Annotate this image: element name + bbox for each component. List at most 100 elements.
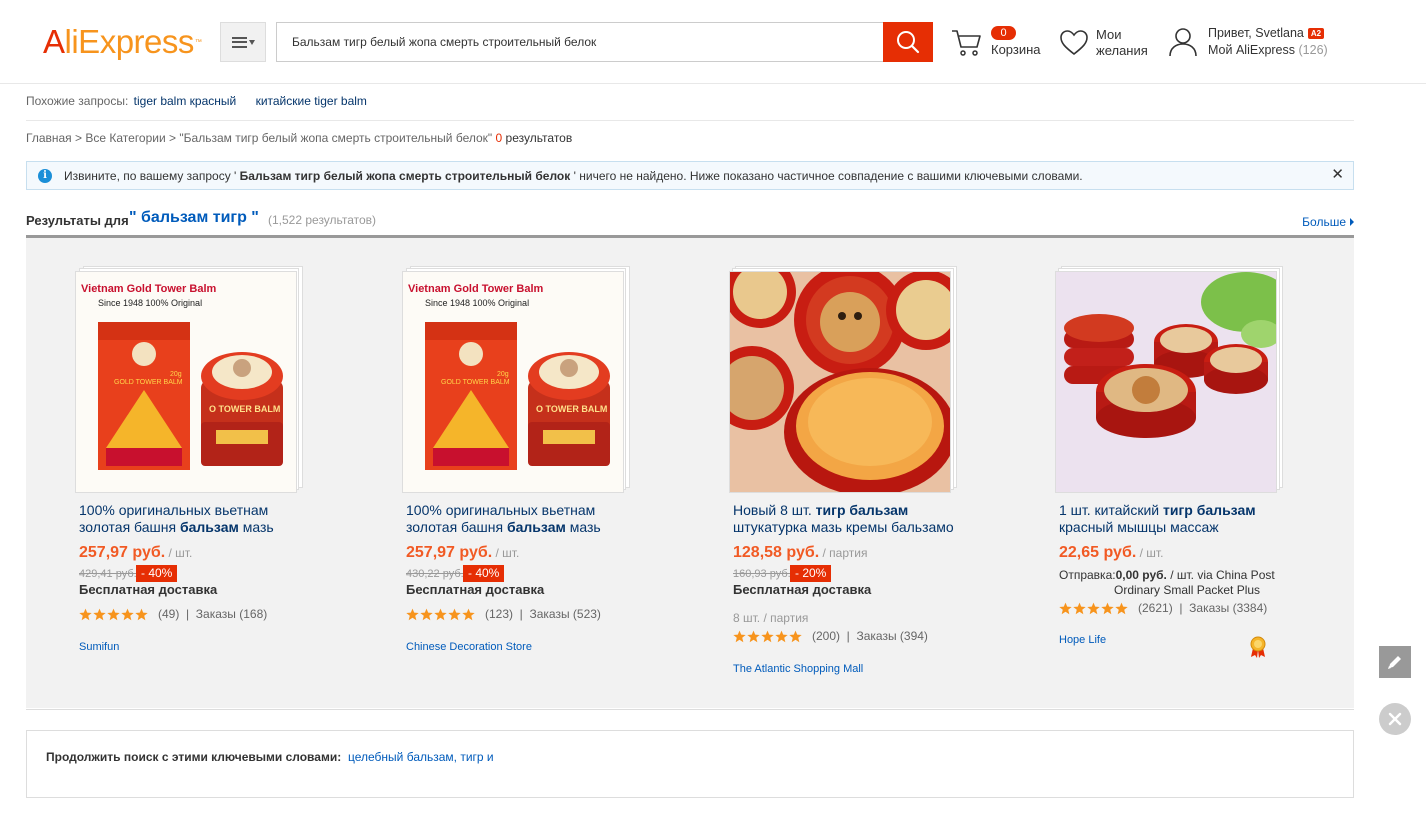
aliexpress-logo[interactable]: AliExpress ™: [43, 22, 202, 62]
related-link-1[interactable]: tiger balm красный: [134, 94, 237, 108]
store-link[interactable]: Sumifun: [79, 641, 119, 653]
discount-badge: - 20%: [790, 565, 832, 582]
order-count: Заказы (394): [856, 629, 928, 643]
product-card[interactable]: Vietnam Gold Tower Balm Since 1948 100% …: [402, 238, 712, 708]
svg-text:GOLD TOWER BALM: GOLD TOWER BALM: [114, 379, 183, 386]
wishlist-link[interactable]: Мои желания: [1059, 26, 1159, 62]
product-image-stack[interactable]: [729, 266, 959, 496]
review-count[interactable]: (123): [485, 607, 513, 621]
product-price: 257,97 руб. / шт.: [406, 544, 519, 562]
breadcrumb-sep: >: [165, 131, 180, 145]
star-icon: [135, 608, 148, 620]
product-title[interactable]: Новый 8 шт. тигр бальзам штукатурка мазь…: [733, 502, 963, 536]
product-title[interactable]: 1 шт. китайский тигр бальзам красный мыш…: [1059, 502, 1289, 536]
product-title-bold: бальзам: [506, 519, 566, 535]
lot-size: 8 шт. / партия: [733, 611, 809, 625]
wishlist-label-line2: желания: [1096, 43, 1148, 58]
account-greeting: Привет, Svetlana A2: [1208, 26, 1325, 40]
product-card[interactable]: Vietnam Gold Tower Balm Since 1948 100% …: [75, 238, 385, 708]
star-icon: [761, 630, 774, 642]
product-title-post: мазь: [238, 519, 274, 535]
menu-icon: [231, 36, 247, 48]
cart-label: Корзина: [991, 42, 1041, 57]
product-title[interactable]: 100% оригинальных вьетнам золотая башня …: [406, 502, 636, 536]
breadcrumb-home[interactable]: Главная: [26, 131, 72, 145]
rating-stars: [1059, 602, 1128, 615]
product-image: [729, 271, 951, 493]
star-icon: [462, 608, 475, 620]
store-link[interactable]: Hope Life: [1059, 634, 1106, 646]
breadcrumb-results-label: результатов: [505, 131, 573, 145]
logo-text: AliExpress: [43, 23, 194, 60]
account-menu[interactable]: Привет, Svetlana A2 Мой AliExpress (126): [1168, 24, 1358, 64]
notice-query: Бальзам тигр белый жопа смерть строитель…: [239, 169, 571, 183]
review-count[interactable]: (49): [158, 607, 179, 621]
star-icon: [1087, 602, 1100, 614]
store-link[interactable]: Chinese Decoration Store: [406, 641, 532, 653]
discount-badge: - 40%: [136, 565, 178, 582]
review-count[interactable]: (2621): [1138, 601, 1173, 615]
close-icon[interactable]: ✕: [1331, 167, 1344, 183]
old-price: 160,93 руб.: [733, 568, 791, 580]
free-shipping: Бесплатная доставка: [733, 582, 872, 597]
star-icon: [775, 630, 788, 642]
price-value: 22,65 руб.: [1059, 544, 1137, 561]
product-card[interactable]: 1 шт. китайский тигр бальзам красный мыш…: [1055, 238, 1365, 708]
product-title-bold: тигр бальзам: [815, 502, 909, 518]
search-input[interactable]: [277, 23, 884, 61]
price-value: 128,58 руб.: [733, 544, 820, 561]
star-icon: [1059, 602, 1072, 614]
results-term[interactable]: " бальзам тигр ": [129, 209, 259, 227]
account-level-badge: A2: [1307, 28, 1325, 39]
order-count: Заказы (523): [529, 607, 601, 621]
product-rating: (2621) | Заказы (3384): [1059, 601, 1267, 615]
price-value: 257,97 руб.: [406, 544, 493, 561]
cart-count-badge: 0: [991, 26, 1016, 40]
tiger-balm-stack-picture: [1056, 272, 1276, 492]
product-image-stack[interactable]: [1055, 266, 1285, 496]
cart-link[interactable]: 0 Корзина: [951, 24, 1046, 60]
discount-badge: - 40%: [463, 565, 505, 582]
continue-label: Продолжить поиск с этими ключевыми слова…: [46, 750, 342, 764]
review-count[interactable]: (200): [812, 629, 840, 643]
image-caption-1: Vietnam Gold Tower Balm: [81, 283, 217, 295]
star-icon: [406, 608, 419, 620]
breadcrumb-query: "Бальзам тигр белый жопа смерть строител…: [179, 131, 493, 145]
search-icon: [897, 31, 920, 54]
pencil-icon: [1388, 656, 1401, 669]
order-count: Заказы (168): [195, 607, 268, 621]
product-title-pre: 1 шт. китайский: [1059, 502, 1164, 518]
product-image-stack[interactable]: Vietnam Gold Tower Balm Since 1948 100% …: [75, 266, 305, 496]
star-icon: [79, 608, 92, 620]
product-image: Vietnam Gold Tower Balm Since 1948 100% …: [402, 271, 624, 493]
categories-menu-button[interactable]: [220, 22, 266, 62]
shipping-price: 0,00 руб.: [1115, 568, 1167, 582]
product-rating: (200) | Заказы (394): [733, 629, 928, 643]
my-aliexpress-link[interactable]: Мой AliExpress (126): [1208, 43, 1328, 57]
star-icon: [121, 608, 134, 620]
results-label: Результаты для: [26, 213, 129, 228]
medal-icon[interactable]: [1249, 636, 1267, 658]
product-image-stack[interactable]: Vietnam Gold Tower Balm Since 1948 100% …: [402, 266, 632, 496]
related-link-2[interactable]: китайские tiger balm: [256, 94, 367, 108]
more-link[interactable]: Больше: [1302, 215, 1354, 229]
wishlist-label: Мои желания: [1096, 27, 1148, 59]
product-rating: (49) | Заказы (168): [79, 607, 267, 621]
rating-stars: [733, 630, 802, 643]
price-unit: / партия: [819, 546, 868, 560]
account-greeting-text: Привет, Svetlana: [1208, 26, 1304, 40]
feedback-button[interactable]: [1379, 646, 1411, 678]
image-caption-2: Since 1948 100% Original: [98, 298, 202, 308]
store-link[interactable]: The Atlantic Shopping Mall: [733, 663, 863, 675]
product-price: 128,58 руб. / партия: [733, 544, 867, 562]
breadcrumb-all-categories[interactable]: Все Категории: [85, 131, 165, 145]
old-price: 429,41 руб.: [79, 568, 137, 580]
product-title[interactable]: 100% оригинальных вьетнам золотая башня …: [79, 502, 309, 536]
continue-keywords-link[interactable]: целебный бальзам, тигр и: [348, 750, 494, 764]
old-price: 430,22 руб.: [406, 568, 464, 580]
product-card[interactable]: Новый 8 шт. тигр бальзам штукатурка мазь…: [729, 238, 1039, 708]
close-floating-button[interactable]: [1379, 703, 1411, 735]
section-divider: [26, 709, 1354, 710]
user-icon: [1169, 28, 1197, 57]
search-button[interactable]: [883, 22, 933, 62]
